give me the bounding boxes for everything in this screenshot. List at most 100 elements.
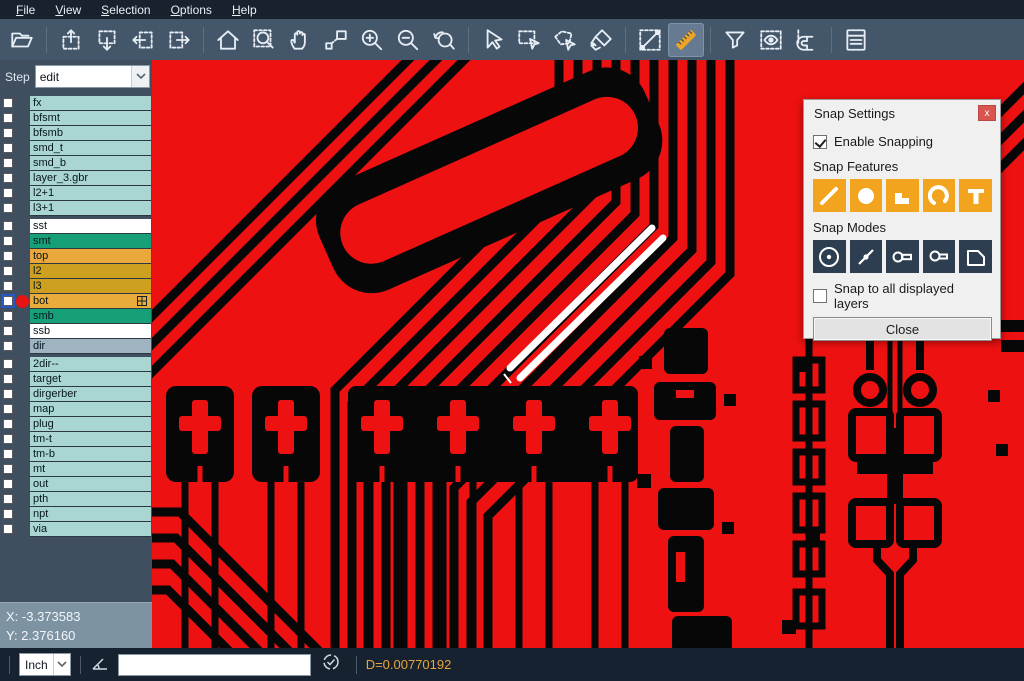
layer-row[interactable]: top bbox=[0, 249, 152, 264]
snap-feature-surface-button[interactable] bbox=[886, 179, 919, 212]
filter-button[interactable] bbox=[717, 23, 753, 57]
layer-row[interactable]: fx bbox=[0, 96, 152, 111]
zoom-out-button[interactable] bbox=[390, 23, 426, 57]
layer-row[interactable]: smt bbox=[0, 234, 152, 249]
layer-checkbox[interactable] bbox=[3, 326, 13, 336]
layer-checkbox[interactable] bbox=[3, 113, 13, 123]
pan-button[interactable] bbox=[282, 23, 318, 57]
layer-checkbox[interactable] bbox=[3, 341, 13, 351]
measure-line-button[interactable] bbox=[632, 23, 668, 57]
menu-file[interactable]: File bbox=[6, 2, 45, 18]
enable-snapping-checkbox[interactable] bbox=[813, 135, 827, 149]
layer-row[interactable]: bfsmb bbox=[0, 126, 152, 141]
layer-row[interactable]: npt bbox=[0, 507, 152, 522]
snap-mode-midpoint-button[interactable] bbox=[850, 240, 883, 273]
layer-row[interactable]: via bbox=[0, 522, 152, 537]
snap-all-layers-checkbox[interactable] bbox=[813, 289, 827, 303]
layer-checkbox[interactable] bbox=[3, 359, 13, 369]
layer-checkbox[interactable] bbox=[3, 404, 13, 414]
layer-row[interactable]: pth bbox=[0, 492, 152, 507]
snap-feature-pad-button[interactable] bbox=[850, 179, 883, 212]
layer-row[interactable]: tm-b bbox=[0, 447, 152, 462]
shift-up-button[interactable] bbox=[53, 23, 89, 57]
snap-feature-line-button[interactable] bbox=[813, 179, 846, 212]
refresh-check-icon[interactable] bbox=[321, 652, 341, 677]
layer-row[interactable]: map bbox=[0, 402, 152, 417]
snap-mode-center-button[interactable] bbox=[813, 240, 846, 273]
layer-checkbox[interactable] bbox=[3, 434, 13, 444]
layer-checkbox[interactable] bbox=[3, 389, 13, 399]
layer-checkbox[interactable] bbox=[3, 524, 13, 534]
layer-row[interactable]: l2 bbox=[0, 264, 152, 279]
layer-checkbox[interactable] bbox=[3, 509, 13, 519]
step-select[interactable]: edit bbox=[35, 65, 150, 88]
ruler-button[interactable] bbox=[668, 23, 704, 57]
home-view-button[interactable] bbox=[210, 23, 246, 57]
layer-checkbox[interactable] bbox=[3, 128, 13, 138]
units-select[interactable]: Inch bbox=[19, 653, 71, 676]
layer-row[interactable]: layer_3.gbr bbox=[0, 171, 152, 186]
layer-row[interactable]: dir bbox=[0, 339, 152, 354]
layer-row[interactable]: bfsmt bbox=[0, 111, 152, 126]
layer-row[interactable]: l2+1 bbox=[0, 186, 152, 201]
shift-right-button[interactable] bbox=[161, 23, 197, 57]
open-button[interactable] bbox=[4, 23, 40, 57]
menu-view[interactable]: View bbox=[45, 2, 91, 18]
layer-row[interactable]: l3+1 bbox=[0, 201, 152, 216]
layer-checkbox[interactable] bbox=[3, 281, 13, 291]
layer-checkbox[interactable] bbox=[3, 203, 13, 213]
shift-down-button[interactable] bbox=[89, 23, 125, 57]
layer-row[interactable]: smd_b bbox=[0, 156, 152, 171]
zoom-object-button[interactable] bbox=[318, 23, 354, 57]
grid-icon[interactable] bbox=[137, 296, 147, 309]
zoom-previous-button[interactable] bbox=[426, 23, 462, 57]
layer-row[interactable]: smd_t bbox=[0, 141, 152, 156]
layer-row[interactable]: 2dir-- bbox=[0, 357, 152, 372]
clear-brush-button[interactable] bbox=[583, 23, 619, 57]
layer-row[interactable]: smb bbox=[0, 309, 152, 324]
layer-row[interactable]: sst bbox=[0, 219, 152, 234]
layer-checkbox[interactable] bbox=[3, 158, 13, 168]
chevron-down-icon[interactable] bbox=[53, 654, 70, 675]
report-button[interactable] bbox=[838, 23, 874, 57]
select-polygon-button[interactable] bbox=[547, 23, 583, 57]
layer-checkbox[interactable] bbox=[3, 464, 13, 474]
shift-left-button[interactable] bbox=[125, 23, 161, 57]
menu-options[interactable]: Options bbox=[161, 2, 222, 18]
menu-selection[interactable]: Selection bbox=[91, 2, 160, 18]
snap-feature-text-button[interactable] bbox=[959, 179, 992, 212]
layer-row[interactable]: mt bbox=[0, 462, 152, 477]
layer-checkbox[interactable] bbox=[3, 188, 13, 198]
layer-checkbox[interactable] bbox=[3, 479, 13, 489]
select-rectangle-button[interactable] bbox=[511, 23, 547, 57]
layer-checkbox[interactable] bbox=[3, 374, 13, 384]
snap-mode-outline-button[interactable] bbox=[959, 240, 992, 273]
layer-checkbox[interactable] bbox=[3, 143, 13, 153]
layer-checkbox[interactable] bbox=[3, 449, 13, 459]
layer-checkbox[interactable] bbox=[3, 419, 13, 429]
snap-feature-arc-button[interactable] bbox=[923, 179, 956, 212]
layer-checkbox[interactable] bbox=[3, 236, 13, 246]
layer-checkbox[interactable] bbox=[3, 311, 13, 321]
layer-row[interactable]: target bbox=[0, 372, 152, 387]
layer-row[interactable]: dirgerber bbox=[0, 387, 152, 402]
layer-checkbox[interactable] bbox=[3, 296, 13, 306]
layer-checkbox[interactable] bbox=[3, 173, 13, 183]
layer-checkbox[interactable] bbox=[3, 266, 13, 276]
zoom-window-button[interactable] bbox=[246, 23, 282, 57]
layer-row[interactable]: l3 bbox=[0, 279, 152, 294]
snap-mode-slot-horizontal-button[interactable] bbox=[886, 240, 919, 273]
chevron-down-icon[interactable] bbox=[131, 66, 149, 87]
layer-row[interactable]: out bbox=[0, 477, 152, 492]
layer-row[interactable]: bot bbox=[0, 294, 152, 309]
layer-row[interactable]: ssb bbox=[0, 324, 152, 339]
dialog-titlebar[interactable]: Snap Settings x bbox=[804, 100, 1000, 126]
select-button[interactable] bbox=[475, 23, 511, 57]
measure-input[interactable] bbox=[118, 654, 311, 676]
layer-checkbox[interactable] bbox=[3, 251, 13, 261]
layer-checkbox[interactable] bbox=[3, 494, 13, 504]
zoom-in-button[interactable] bbox=[354, 23, 390, 57]
layer-checkbox[interactable] bbox=[3, 98, 13, 108]
layer-row[interactable]: tm-t bbox=[0, 432, 152, 447]
dialog-close-button[interactable]: Close bbox=[813, 317, 992, 341]
